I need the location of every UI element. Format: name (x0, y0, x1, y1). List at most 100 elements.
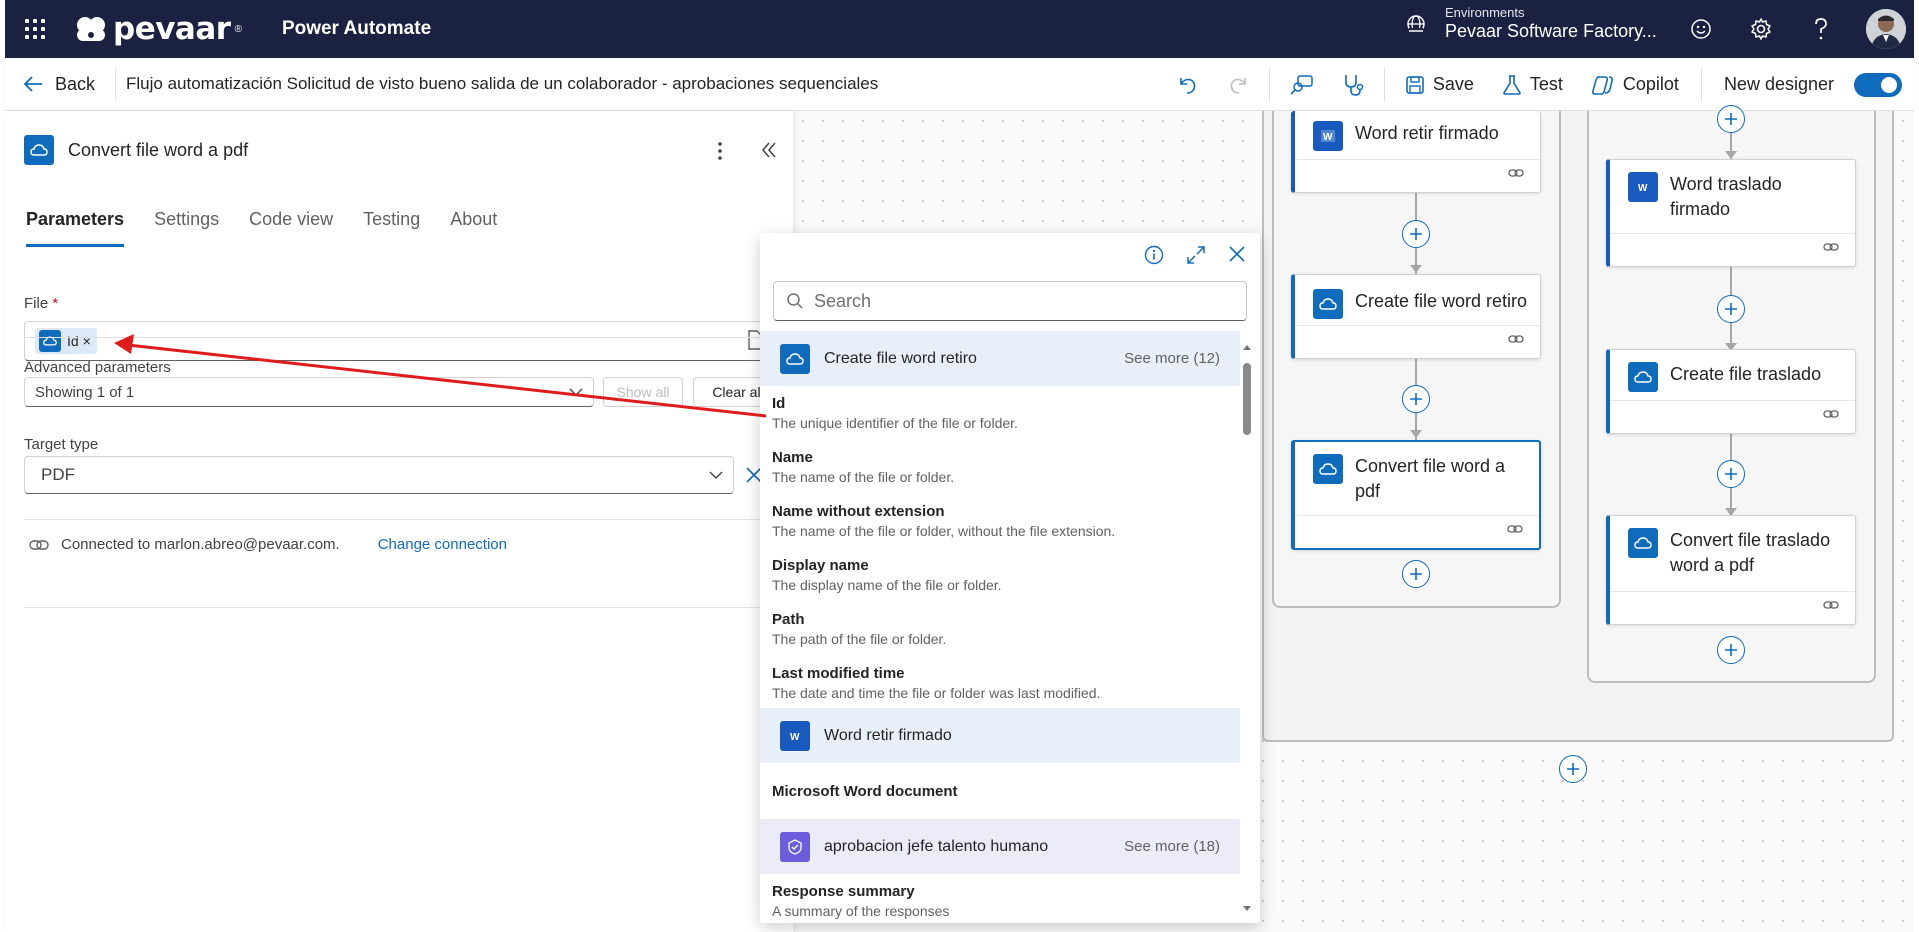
action-card[interactable]: Create file traslado (1606, 349, 1856, 434)
collapse-panel-icon[interactable] (761, 141, 777, 164)
target-type-label: Target type (24, 436, 99, 453)
health-check-button[interactable] (1328, 58, 1378, 111)
target-type-dropdown[interactable]: PDF (24, 456, 734, 494)
tab-testing[interactable]: Testing (363, 209, 420, 247)
add-step-button[interactable] (1717, 105, 1745, 133)
test-button[interactable]: Test (1488, 58, 1577, 111)
add-step-button[interactable] (1559, 755, 1587, 783)
back-button[interactable]: Back (5, 74, 115, 95)
add-step-button[interactable] (1402, 560, 1430, 588)
item-name: Last modified time (772, 665, 905, 682)
help-question-icon[interactable] (1806, 14, 1836, 44)
plus-icon (1567, 763, 1579, 775)
connection-link-icon (1823, 597, 1839, 615)
content-group-header[interactable]: W Word retir firmado (760, 708, 1240, 763)
tab-code-view[interactable]: Code view (249, 209, 333, 247)
group-title: Word retir firmado (824, 726, 952, 744)
brand-logo[interactable]: pevaar ® (75, 11, 242, 47)
item-description: The path of the file or folder. (772, 631, 947, 647)
connection-link-icon (1508, 165, 1524, 183)
add-step-button[interactable] (1717, 295, 1745, 323)
settings-gear-icon[interactable] (1746, 14, 1776, 44)
onedrive-cloud-icon (24, 135, 54, 165)
top-header: pevaar ® Power Automate Environments Pev… (5, 0, 1914, 58)
content-item[interactable]: Name The name of the file or folder. (760, 440, 1240, 494)
save-disk-icon (1406, 75, 1424, 94)
file-input[interactable]: Id × (24, 321, 774, 361)
action-card-selected[interactable]: Convert file word a pdf (1291, 440, 1541, 550)
show-all-button[interactable]: Show all (603, 377, 683, 407)
content-item[interactable]: Id The unique identifier of the file or … (760, 386, 1240, 440)
dynamic-content-popup: Search Create file word retiro See more … (760, 233, 1260, 923)
copilot-label: Copilot (1622, 74, 1679, 94)
command-separator (1383, 67, 1385, 102)
action-card[interactable]: W Word retir firmado (1291, 111, 1541, 193)
scrollbar-thumb[interactable] (1243, 363, 1251, 435)
content-item[interactable]: Microsoft Word document (760, 763, 1240, 819)
advanced-parameters-label: Advanced parameters (24, 359, 171, 376)
flow-checker-button[interactable] (1276, 58, 1328, 111)
add-step-button[interactable] (1717, 460, 1745, 488)
connector-arrow-icon (1410, 430, 1422, 438)
approvals-icon (780, 831, 810, 862)
content-item[interactable]: Last modified time The date and time the… (760, 656, 1240, 708)
user-avatar[interactable] (1866, 9, 1906, 49)
add-step-button[interactable] (1717, 636, 1745, 664)
section-divider (24, 607, 774, 608)
plus-icon (1725, 644, 1737, 656)
content-item[interactable]: Name without extension The name of the f… (760, 494, 1240, 548)
add-step-button[interactable] (1402, 220, 1430, 248)
tab-settings[interactable]: Settings (154, 209, 219, 247)
expand-icon[interactable] (1186, 245, 1206, 270)
card-footer (1610, 233, 1855, 266)
item-name: Name without extension (772, 503, 945, 520)
feedback-smiley-icon[interactable] (1686, 14, 1716, 44)
brand-name: pevaar (113, 11, 231, 47)
new-designer-toggle[interactable] (1854, 72, 1902, 97)
dynamic-content-token[interactable]: Id × (35, 328, 97, 354)
action-card[interactable]: Create file word retiro (1291, 274, 1541, 359)
redo-button[interactable] (1213, 58, 1263, 111)
plus-icon (1725, 113, 1737, 125)
action-card[interactable]: W Word traslado firmado (1606, 159, 1856, 267)
close-icon[interactable] (1228, 245, 1246, 270)
plus-icon (1410, 568, 1422, 580)
onedrive-cloud-icon (39, 330, 61, 352)
card-footer (1610, 400, 1855, 433)
action-card[interactable]: Convert file traslado word a pdf (1606, 515, 1856, 625)
scroll-up-icon[interactable] (1242, 343, 1252, 351)
content-item[interactable]: Path The path of the file or folder. (760, 602, 1240, 656)
flow-title[interactable]: Flujo automatización Solicitud de visto … (126, 74, 878, 94)
tab-parameters[interactable]: Parameters (26, 209, 125, 247)
onedrive-cloud-icon (1313, 289, 1343, 319)
environment-picker[interactable]: Environments Pevaar Software Factory... (1405, 5, 1657, 42)
change-connection-link[interactable]: Change connection (378, 536, 507, 553)
card-footer (1295, 325, 1540, 358)
panel-title[interactable]: Convert file word a pdf (68, 140, 248, 161)
item-description: The date and time the file or folder was… (772, 685, 1101, 701)
scroll-down-icon[interactable] (1242, 905, 1252, 913)
app-launcher-icon[interactable] (5, 0, 65, 58)
advanced-parameters-dropdown[interactable]: Showing 1 of 1 (24, 377, 594, 407)
save-button[interactable]: Save (1391, 58, 1488, 111)
search-input[interactable]: Search (773, 281, 1247, 321)
info-icon[interactable] (1144, 245, 1164, 270)
onedrive-cloud-icon (1628, 528, 1658, 558)
see-more-link[interactable]: See more (18) (1124, 838, 1220, 855)
tab-about[interactable]: About (450, 209, 497, 247)
content-item[interactable]: Display name The display name of the fil… (760, 548, 1240, 602)
item-description: The unique identifier of the file or fol… (772, 415, 1018, 431)
svg-text:W: W (1638, 183, 1648, 194)
content-group-header[interactable]: Create file word retiro See more (12) (760, 331, 1240, 386)
popup-scrollbar[interactable] (1242, 343, 1252, 913)
more-options-icon[interactable] (717, 141, 723, 166)
content-group-header[interactable]: aprobacion jefe talento humano See more … (760, 819, 1240, 874)
undo-button[interactable] (1163, 58, 1213, 111)
brand-registered-mark: ® (234, 23, 242, 35)
app-name[interactable]: Power Automate (282, 18, 431, 40)
see-more-link[interactable]: See more (12) (1124, 350, 1220, 367)
copilot-button[interactable]: Copilot (1577, 58, 1693, 111)
add-step-button[interactable] (1402, 385, 1430, 413)
content-item[interactable]: Response summary A summary of the respon… (760, 874, 1240, 923)
stethoscope-icon (1345, 74, 1364, 96)
